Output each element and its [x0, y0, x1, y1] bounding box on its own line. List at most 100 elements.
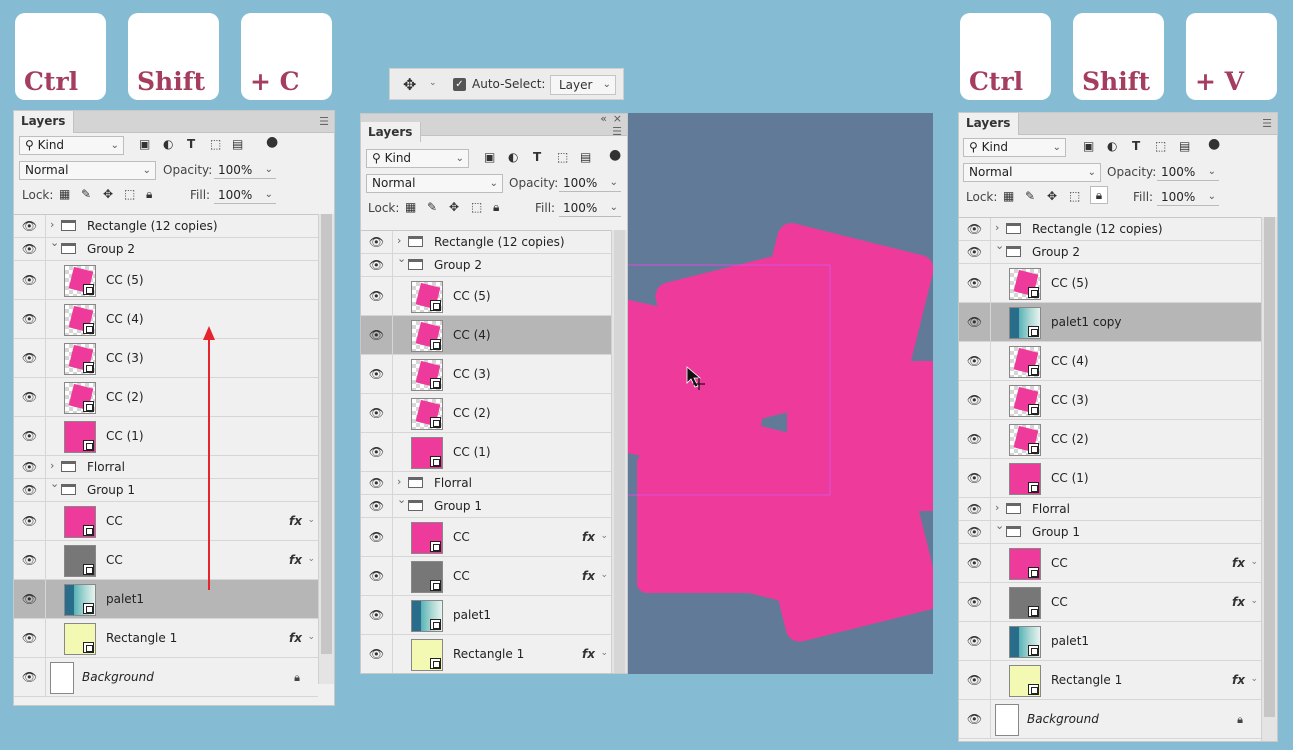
- adjustment-filter-icon[interactable]: ◐: [1107, 139, 1117, 153]
- layer-row[interactable]: 👁︎ CC (5): [959, 264, 1261, 303]
- visibility-eye-icon[interactable]: 👁︎: [959, 544, 991, 582]
- visibility-eye-icon[interactable]: 👁︎: [14, 215, 46, 237]
- collapse-group-icon[interactable]: ⌄: [50, 477, 59, 490]
- blend-mode-dropdown[interactable]: Normal ⌄: [19, 161, 156, 180]
- layer-group-row[interactable]: 👁︎ ⌄ Group 2: [14, 236, 318, 261]
- effects-toggle-chevron-icon[interactable]: ⌄: [600, 531, 608, 541]
- layer-row[interactable]: 👁︎ Rectangle 1 fx ⌄: [14, 619, 318, 658]
- layer-effects-icon[interactable]: fx: [289, 553, 302, 567]
- visibility-eye-icon[interactable]: 👁︎: [14, 479, 46, 501]
- visibility-eye-icon[interactable]: 👁︎: [14, 541, 46, 579]
- collapse-group-icon[interactable]: ⌄: [50, 236, 59, 249]
- layer-row[interactable]: 👁︎ CC (2): [959, 420, 1261, 459]
- filter-kind-dropdown[interactable]: ⚲ Kind ⌄: [366, 149, 469, 168]
- visibility-eye-icon[interactable]: 👁︎: [361, 254, 393, 276]
- layer-group-row[interactable]: 👁︎ ⌄ Group 1: [959, 519, 1261, 544]
- layer-row[interactable]: 👁︎ CC fx ⌄: [361, 557, 611, 596]
- tab-layers[interactable]: Layers: [14, 111, 75, 133]
- layer-group-row[interactable]: 👁︎ ⌄ Group 1: [361, 493, 611, 518]
- layer-row[interactable]: 👁︎ CC (2): [361, 394, 611, 433]
- layer-effects-icon[interactable]: fx: [1232, 595, 1245, 609]
- layer-group-row[interactable]: 👁︎ › Florral: [14, 456, 318, 479]
- visibility-eye-icon[interactable]: 👁︎: [361, 635, 393, 673]
- visibility-eye-icon[interactable]: 👁︎: [959, 303, 991, 341]
- layer-effects-icon[interactable]: fx: [582, 647, 595, 661]
- layer-row[interactable]: 👁︎ CC fx ⌄: [959, 583, 1261, 622]
- visibility-eye-icon[interactable]: 👁︎: [959, 622, 991, 660]
- pixel-filter-icon[interactable]: ▣: [139, 137, 150, 151]
- layer-row[interactable]: 👁︎ CC (1): [959, 459, 1261, 498]
- lock-transparent-icon[interactable]: ▦: [405, 200, 416, 214]
- visibility-eye-icon[interactable]: 👁︎: [14, 502, 46, 540]
- layer-effects-icon[interactable]: fx: [582, 569, 595, 583]
- filter-kind-dropdown[interactable]: ⚲ Kind ⌄: [963, 138, 1066, 157]
- lock-paint-icon[interactable]: ✎: [1025, 189, 1035, 203]
- visibility-eye-icon[interactable]: 👁︎: [14, 619, 46, 657]
- visibility-eye-icon[interactable]: 👁︎: [361, 596, 393, 634]
- visibility-eye-icon[interactable]: 👁︎: [361, 355, 393, 393]
- layers-scrollbar[interactable]: [318, 214, 334, 684]
- visibility-eye-icon[interactable]: 👁︎: [361, 277, 393, 315]
- tool-preset-chevron-icon[interactable]: ⌄: [429, 78, 437, 88]
- auto-select-checkbox[interactable]: ✓: [453, 78, 466, 91]
- shape-filter-icon[interactable]: ⬚: [1155, 139, 1166, 153]
- visibility-eye-icon[interactable]: 👁︎: [14, 378, 46, 416]
- collapse-group-icon[interactable]: ⌄: [397, 252, 406, 265]
- effects-toggle-chevron-icon[interactable]: ⌄: [600, 648, 608, 658]
- layer-row[interactable]: 👁︎ CC fx ⌄: [959, 544, 1261, 583]
- shape-filter-icon[interactable]: ⬚: [557, 150, 568, 164]
- fill-field[interactable]: 100% ⌄: [559, 199, 621, 217]
- visibility-eye-icon[interactable]: 👁︎: [959, 264, 991, 302]
- visibility-eye-icon[interactable]: 👁︎: [361, 231, 393, 253]
- expand-group-icon[interactable]: ›: [50, 218, 54, 231]
- collapse-group-icon[interactable]: ⌄: [995, 239, 1004, 252]
- layer-row[interactable]: 👁︎ CC (5): [361, 277, 611, 316]
- panel-menu-icon[interactable]: ☰: [612, 125, 622, 138]
- layer-effects-icon[interactable]: fx: [289, 631, 302, 645]
- visibility-eye-icon[interactable]: 👁︎: [959, 381, 991, 419]
- visibility-eye-icon[interactable]: 👁︎: [361, 433, 393, 471]
- visibility-eye-icon[interactable]: 👁︎: [14, 658, 46, 696]
- visibility-eye-icon[interactable]: 👁︎: [14, 417, 46, 455]
- layer-effects-icon[interactable]: fx: [1232, 673, 1245, 687]
- adjustment-filter-icon[interactable]: ◐: [508, 150, 518, 164]
- visibility-eye-icon[interactable]: 👁︎: [959, 420, 991, 458]
- layer-effects-icon[interactable]: fx: [289, 514, 302, 528]
- scrollbar-thumb[interactable]: [321, 214, 332, 654]
- layer-group-row[interactable]: 👁︎ › Rectangle (12 copies): [361, 231, 611, 254]
- type-filter-icon[interactable]: T: [533, 150, 541, 164]
- lock-paint-icon[interactable]: ✎: [427, 200, 437, 214]
- visibility-eye-icon[interactable]: 👁︎: [959, 218, 991, 240]
- collapse-group-icon[interactable]: ⌄: [995, 519, 1004, 532]
- visibility-eye-icon[interactable]: 👁︎: [959, 342, 991, 380]
- effects-toggle-chevron-icon[interactable]: ⌄: [307, 515, 315, 525]
- effects-toggle-chevron-icon[interactable]: ⌄: [1250, 557, 1258, 567]
- lock-position-icon[interactable]: ✥: [449, 200, 459, 214]
- visibility-eye-icon[interactable]: 👁︎: [14, 339, 46, 377]
- visibility-eye-icon[interactable]: 👁︎: [361, 495, 393, 517]
- lock-position-icon[interactable]: ✥: [1047, 189, 1057, 203]
- layer-row[interactable]: 👁︎ CC (3): [14, 339, 318, 378]
- effects-toggle-chevron-icon[interactable]: ⌄: [600, 570, 608, 580]
- opacity-field[interactable]: 100% ⌄: [214, 161, 276, 179]
- layer-row[interactable]: 👁︎ CC fx ⌄: [14, 541, 318, 580]
- layer-row[interactable]: 👁︎ CC (2): [14, 378, 318, 417]
- expand-group-icon[interactable]: ›: [397, 234, 401, 247]
- layer-row[interactable]: 👁︎ CC (4): [959, 342, 1261, 381]
- scrollbar-thumb[interactable]: [1264, 217, 1275, 717]
- expand-group-icon[interactable]: ›: [995, 221, 999, 234]
- document-canvas[interactable]: [627, 113, 933, 674]
- panel-menu-icon[interactable]: ☰: [319, 115, 329, 128]
- visibility-eye-icon[interactable]: 👁︎: [361, 394, 393, 432]
- type-filter-icon[interactable]: T: [187, 137, 195, 151]
- layer-group-row[interactable]: 👁︎ › Rectangle (12 copies): [14, 215, 318, 238]
- pixel-filter-icon[interactable]: ▣: [1083, 139, 1094, 153]
- layers-scrollbar[interactable]: [611, 230, 627, 673]
- move-tool-icon[interactable]: ✥: [403, 75, 416, 94]
- lock-transparent-icon[interactable]: ▦: [59, 187, 70, 201]
- effects-toggle-chevron-icon[interactable]: ⌄: [307, 632, 315, 642]
- layer-row[interactable]: 👁︎ CC (4): [361, 316, 611, 355]
- lock-artboard-icon[interactable]: ⬚: [1069, 189, 1080, 203]
- auto-select-target-dropdown[interactable]: Layer ⌄: [550, 75, 616, 95]
- visibility-eye-icon[interactable]: 👁︎: [959, 241, 991, 263]
